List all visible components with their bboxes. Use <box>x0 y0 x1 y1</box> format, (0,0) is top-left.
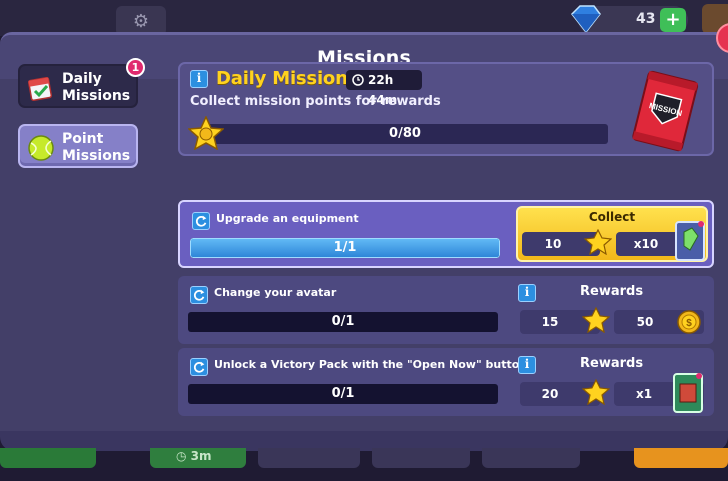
daily-progress-text: 0/80 <box>389 126 421 141</box>
reward-amount: x1 <box>635 387 653 401</box>
coin-icon: $ <box>677 310 701 334</box>
info-icon[interactable]: i <box>190 70 208 88</box>
daily-progress-bar: 0/80 <box>202 124 608 144</box>
reward-amount: 50 <box>636 315 654 329</box>
tab-point-missions[interactable]: Point Missions <box>18 124 138 168</box>
add-gems-button[interactable]: + <box>660 8 686 32</box>
svg-text:$: $ <box>686 318 692 329</box>
clock-icon <box>352 74 364 86</box>
mission-progress-bar: 1/1 <box>190 238 500 258</box>
mission-row: Change your avatar 0/1 i Rewards 15 50 $ <box>178 276 714 344</box>
mission-progress-text: 0/1 <box>331 314 355 329</box>
info-icon[interactable]: i <box>518 356 536 374</box>
mission-progress-bar: 0/1 <box>188 312 498 332</box>
bottom-tab[interactable] <box>372 448 470 468</box>
points-value: 10 <box>544 237 562 251</box>
gem-count: 43 <box>636 11 656 27</box>
points-value: 20 <box>541 387 559 401</box>
timer-badge: 22h 44m <box>346 70 422 107</box>
panel-footer <box>0 431 728 451</box>
mission-title: Change your avatar <box>214 286 337 299</box>
mission-progress-text: 1/1 <box>333 240 357 255</box>
info-icon[interactable]: i <box>518 284 536 302</box>
tennis-ball-icon <box>28 135 54 161</box>
star-icon <box>582 307 610 333</box>
mission-title: Unlock a Victory Pack with the "Open Now… <box>214 358 528 371</box>
refresh-icon[interactable] <box>190 358 208 376</box>
tab-point-missions-label: Point Missions <box>62 131 131 164</box>
card-icon <box>675 221 705 261</box>
gem-icon <box>571 5 601 34</box>
refresh-icon[interactable] <box>190 286 208 304</box>
tab-daily-missions[interactable]: Daily Missions <box>18 64 138 108</box>
star-icon <box>582 379 610 405</box>
mission-progress-text: 0/1 <box>331 386 355 401</box>
mission-row: Upgrade an equipment 1/1 Collect 10 x10 <box>178 200 714 268</box>
star-icon <box>584 229 612 255</box>
notification-badge: 1 <box>126 58 145 77</box>
mission-title: Upgrade an equipment <box>216 212 359 225</box>
gear-icon: ⚙ <box>132 10 150 32</box>
daily-missions-card: i Daily Missions 22h 44m Collect mission… <box>178 62 714 156</box>
bottom-tab[interactable] <box>0 448 96 468</box>
rewards-label: Rewards <box>580 284 644 299</box>
star-icon <box>188 116 224 150</box>
bottom-tab[interactable] <box>258 448 360 468</box>
refresh-icon[interactable] <box>192 212 210 230</box>
mission-row: Unlock a Victory Pack with the "Open Now… <box>178 348 714 416</box>
points-value: 15 <box>541 315 559 329</box>
bottom-tab[interactable] <box>482 448 580 468</box>
card-icon <box>673 373 703 413</box>
rewards-label: Rewards <box>580 356 644 371</box>
tab-daily-missions-label: Daily Missions <box>62 71 131 104</box>
daily-missions-title: Daily Missions <box>216 68 359 89</box>
daily-description: Collect mission points for rewards <box>190 94 441 109</box>
calendar-icon <box>27 76 53 102</box>
mission-progress-bar: 0/1 <box>188 384 498 404</box>
bottom-tab[interactable] <box>634 448 728 468</box>
gem-counter: 43 + <box>571 5 688 34</box>
reward-amount: x10 <box>633 237 659 251</box>
pack-icon[interactable]: MISSION <box>624 70 706 154</box>
bottom-timer: ◷ 3m <box>176 449 212 463</box>
